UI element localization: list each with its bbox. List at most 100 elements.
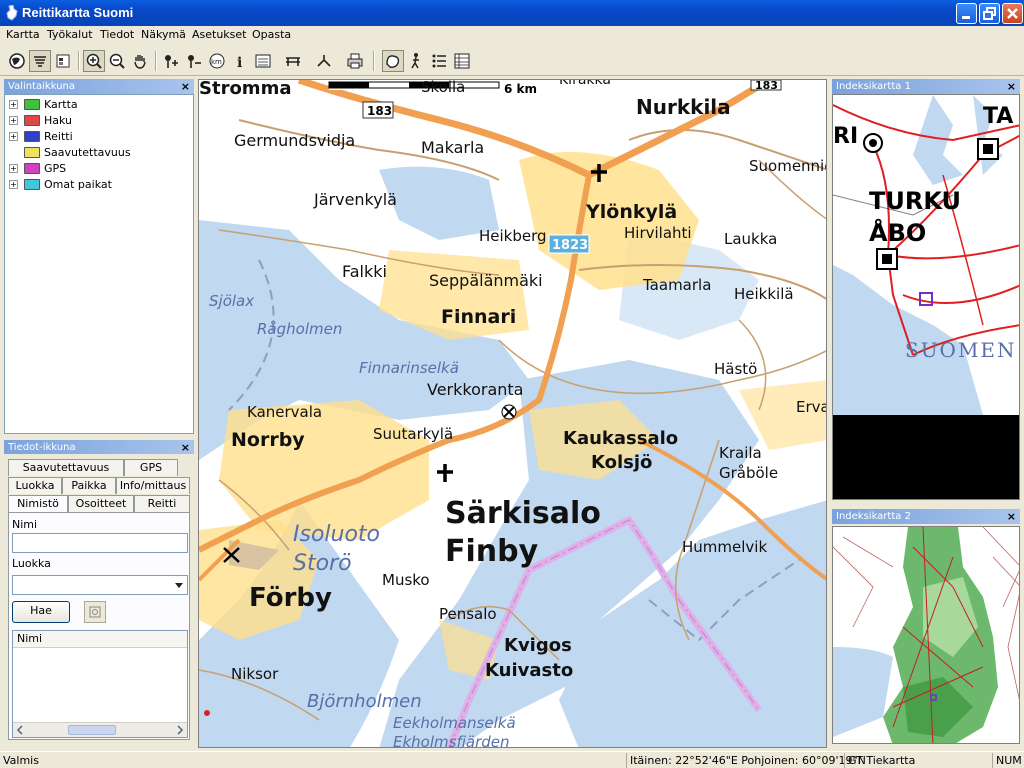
tree-item-haku[interactable]: + Haku [9,112,72,128]
map-label: Kvigos [504,635,572,656]
menu-kartta[interactable]: Kartta [6,28,40,41]
tab-info-mittaus[interactable]: Info/mittaus [116,477,190,494]
selection-panel-title: Valintaikkuna [8,81,75,92]
close-window-button[interactable] [1002,3,1023,24]
map-label: Gråböle [719,464,778,482]
class-select[interactable] [12,575,188,595]
tree-item-reitti[interactable]: + Reitti [9,128,73,144]
scroll-thumb[interactable] [68,725,116,735]
close-panel-button[interactable]: × [181,440,190,455]
menu-nakyma[interactable]: Näkymä [141,28,186,41]
tab-paikka[interactable]: Paikka [62,477,116,494]
road-shield: 1823 [548,234,590,254]
layer-tree: + Kartta + Haku + Reitti Saavutettavuus + GP… [4,94,194,434]
status-state: Valmis [3,754,39,767]
restore-button[interactable] [979,3,1000,24]
menu-tiedot[interactable]: Tiedot [100,28,134,41]
expand-icon[interactable]: + [9,115,18,125]
zoom-in-icon[interactable] [83,50,105,72]
map-label: Suomennie [749,157,827,175]
scroll-left-icon[interactable] [15,725,25,735]
scroll-right-icon[interactable] [175,725,185,735]
map-label: Niksor [231,665,279,683]
calculator-icon[interactable] [252,50,274,72]
map-label: Verkkoranta [427,380,523,399]
folder-icon [24,130,40,142]
expand-icon[interactable]: + [9,99,18,109]
tree-item-gps[interactable]: + GPS [9,160,66,176]
map-label: Kuivasto [485,660,573,681]
folder-icon [24,146,40,158]
map-label: Rågholmen [257,320,342,338]
map-label: Järvenkylä [313,190,397,209]
legend-icon[interactable] [52,50,74,72]
route-tools-icon[interactable] [313,50,335,72]
tree-item-omat-paikat[interactable]: + Omat paikat [9,176,112,192]
distance-icon[interactable]: km [206,50,228,72]
window-title: Reittikartta Suomi [22,5,134,20]
map-label: Hirvilahti [624,224,692,242]
pan-hand-icon[interactable] [129,50,151,72]
tab-saavutettavuus[interactable]: Saavutettavuus [8,459,124,476]
map-label: Nurkkila [636,95,731,119]
index-map-1-title: Indeksikartta 1 [836,81,911,92]
map-label: Särkisalo [445,496,601,531]
search-button[interactable]: Hae [12,601,70,623]
add-point-icon[interactable] [160,50,182,72]
tab-reitti[interactable]: Reitti [134,495,190,512]
map-label: Stromma [199,80,291,99]
print-icon[interactable] [344,50,366,72]
menu-tyokalut[interactable]: Työkalut [47,28,93,41]
tab-gps[interactable]: GPS [124,459,178,476]
map-canvas[interactable]: 183 1823 183 6 km Germundsvidja Makarla … [199,80,827,748]
tab-osoitteet[interactable]: Osoitteet [68,495,134,512]
results-header: Nimi [13,631,187,648]
position-marker-icon [204,710,210,716]
info-panel: Saavutettavuus GPS Luokka Paikka Info/mi… [4,454,194,744]
map-label: Germundsvidja [234,131,355,150]
svg-text:6 km: 6 km [504,82,537,96]
tree-item-kartta[interactable]: + Kartta [9,96,78,112]
info-icon[interactable]: i [229,50,251,72]
class-label: Luokka [12,557,51,570]
index-map-2-title: Indeksikartta 2 [836,511,911,522]
minimize-button[interactable] [956,3,977,24]
list-icon[interactable] [428,50,450,72]
remove-point-icon[interactable] [183,50,205,72]
map-view[interactable]: 183 1823 183 6 km Germundsvidja Makarla … [198,79,827,748]
tab-luokka[interactable]: Luokka [8,477,62,494]
menu-asetukset[interactable]: Asetukset [192,28,247,41]
index-map-1[interactable]: TURKU ÅBO SUOMEN RI TA [832,94,1020,500]
expand-icon[interactable]: + [9,179,18,189]
zoom-out-icon[interactable] [106,50,128,72]
map-label: Pensalo [439,605,497,623]
name-field[interactable] [12,533,188,553]
map-label: Skolla [421,80,465,96]
tree-item-label: Reitti [44,129,73,143]
index-map-2[interactable] [832,526,1020,744]
expand-icon[interactable]: + [9,163,18,173]
tree-item-saavutettavuus[interactable]: Saavutettavuus [24,144,131,160]
bridge-icon[interactable] [282,50,304,72]
walker-icon[interactable] [405,50,427,72]
clear-results-button[interactable] [84,601,106,623]
map-label: Hummelvik [682,538,767,556]
horizontal-scrollbar[interactable] [13,722,187,737]
index-label: ÅBO [869,218,926,247]
close-panel-button[interactable]: × [181,79,190,94]
map-label: Ylönkylä [585,201,677,223]
menu-opasta[interactable]: Opasta [252,28,291,41]
expand-icon[interactable]: + [9,131,18,141]
index-map-2-header: Indeksikartta 2 × [832,509,1020,524]
tab-nimisto[interactable]: Nimistö [8,495,68,512]
table-icon[interactable] [451,50,473,72]
close-panel-button[interactable]: × [1007,79,1016,94]
layers-icon[interactable] [29,50,51,72]
globe-icon[interactable] [6,50,28,72]
area-select-icon[interactable] [382,50,404,72]
results-list[interactable]: Nimi [12,630,188,738]
map-label: Storö [293,551,352,576]
map-label: Kaukassalo [563,428,678,449]
close-panel-button[interactable]: × [1007,509,1016,524]
map-label: Suutarkylä [373,425,453,443]
